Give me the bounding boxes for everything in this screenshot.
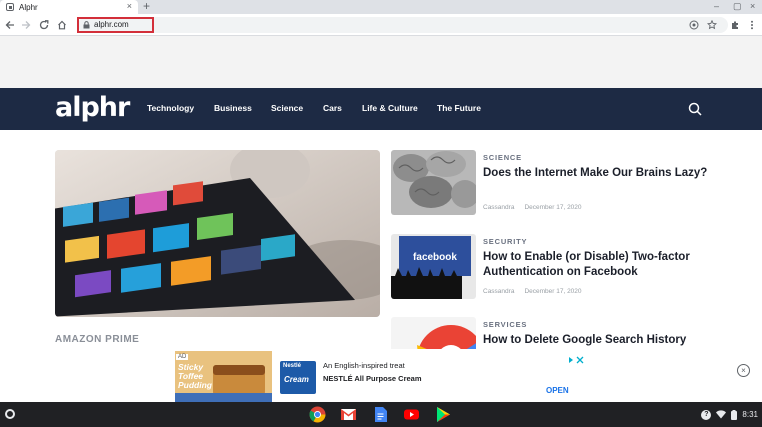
article-date: December 17, 2020 — [524, 204, 582, 211]
docs-icon[interactable] — [372, 406, 389, 423]
site-logo[interactable]: alphr — [55, 92, 130, 124]
ad-badge: AD — [176, 354, 189, 360]
menu-icon[interactable] — [744, 17, 760, 33]
article-title[interactable]: Does the Internet Make Our Brains Lazy? — [483, 166, 723, 181]
battery-icon — [731, 409, 738, 420]
launcher-icon[interactable] — [5, 409, 15, 419]
search-icon[interactable] — [688, 102, 702, 116]
os-shelf: ? 8:31 — [0, 402, 762, 427]
thumb-facebook-text: facebook — [413, 252, 457, 263]
article-date: December 17, 2020 — [524, 288, 582, 295]
url-highlight-box — [77, 17, 154, 33]
hero-category[interactable]: AMAZON PRIME — [55, 334, 139, 345]
nestle-logo: Nestlé Cream — [280, 361, 316, 394]
nav-technology[interactable]: Technology — [147, 103, 194, 113]
forward-icon[interactable] — [18, 17, 34, 33]
new-tab-button[interactable]: + — [143, 0, 150, 13]
install-icon[interactable] — [689, 20, 699, 30]
ad-close-icon[interactable]: × — [737, 364, 750, 377]
ad-brand: NESTLÉ All Purpose Cream — [323, 374, 422, 383]
nav-business[interactable]: Business — [214, 103, 252, 113]
article-meta: Cassandra December 17, 2020 — [483, 204, 582, 211]
tab-strip: Alphr × + – ▢ × — [0, 0, 762, 14]
ad-logo-sub: Cream — [284, 375, 309, 384]
tab-close-icon[interactable]: × — [127, 1, 132, 11]
article-card: SCIENCE Does the Internet Make Our Brain… — [391, 150, 721, 220]
wifi-icon — [716, 410, 727, 419]
extensions-icon[interactable] — [727, 17, 743, 33]
restore-button[interactable]: ▢ — [733, 1, 742, 12]
play-store-icon[interactable] — [435, 406, 452, 423]
article-meta: Cassandra December 17, 2020 — [483, 288, 582, 295]
ad-headline: An English-inspired treat — [323, 361, 405, 370]
article-thumbnail[interactable] — [391, 150, 476, 215]
ad-banner[interactable]: AD Sticky Toffee Pudding Nestlé Cream An… — [175, 349, 586, 402]
tab-title: Alphr — [19, 2, 38, 12]
nav-life-culture[interactable]: Life & Culture — [362, 103, 418, 113]
nav-cars[interactable]: Cars — [323, 103, 342, 113]
article-author[interactable]: Cassandra — [483, 288, 514, 295]
site-header: alphr Technology Business Science Cars L… — [0, 88, 762, 130]
browser-tab[interactable]: Alphr × — [0, 0, 138, 14]
chrome-icon[interactable] — [309, 406, 326, 423]
status-tray[interactable]: ? 8:31 — [701, 407, 758, 422]
reload-icon[interactable] — [36, 17, 52, 33]
ad-image-text: Sticky Toffee Pudding — [178, 362, 212, 390]
ad-open-button[interactable]: OPEN — [546, 386, 569, 395]
gmail-icon[interactable] — [340, 406, 357, 423]
article-author[interactable]: Cassandra — [483, 204, 514, 211]
article-thumbnail[interactable]: facebook — [391, 234, 476, 299]
blank-area — [0, 36, 762, 88]
bookmark-star-icon[interactable] — [707, 20, 717, 30]
close-window-button[interactable]: × — [750, 1, 755, 11]
address-bar[interactable]: alphr.com — [78, 17, 728, 33]
minimize-button[interactable]: – — [714, 1, 719, 11]
article-title[interactable]: How to Enable (or Disable) Two-factor Au… — [483, 250, 723, 280]
back-icon[interactable] — [2, 17, 18, 33]
youtube-icon[interactable] — [403, 406, 420, 423]
hero-image[interactable] — [55, 150, 380, 317]
ad-image[interactable]: AD Sticky Toffee Pudding — [175, 351, 272, 402]
article-category[interactable]: SERVICES — [483, 320, 527, 329]
article-title[interactable]: How to Delete Google Search History — [483, 333, 723, 348]
clock: 8:31 — [742, 410, 758, 419]
nav-the-future[interactable]: The Future — [437, 103, 481, 113]
favicon-icon — [6, 3, 14, 11]
adchoices-icon[interactable] — [568, 351, 584, 364]
article-category[interactable]: SCIENCE — [483, 153, 522, 162]
nav-science[interactable]: Science — [271, 103, 303, 113]
article-card: facebook SECURITY How to Enable (or Disa… — [391, 234, 721, 304]
screen: Alphr × + – ▢ × alphr.com alphr Technolo… — [0, 0, 762, 427]
article-category[interactable]: SECURITY — [483, 237, 527, 246]
help-icon[interactable]: ? — [701, 409, 712, 420]
home-icon[interactable] — [54, 17, 70, 33]
